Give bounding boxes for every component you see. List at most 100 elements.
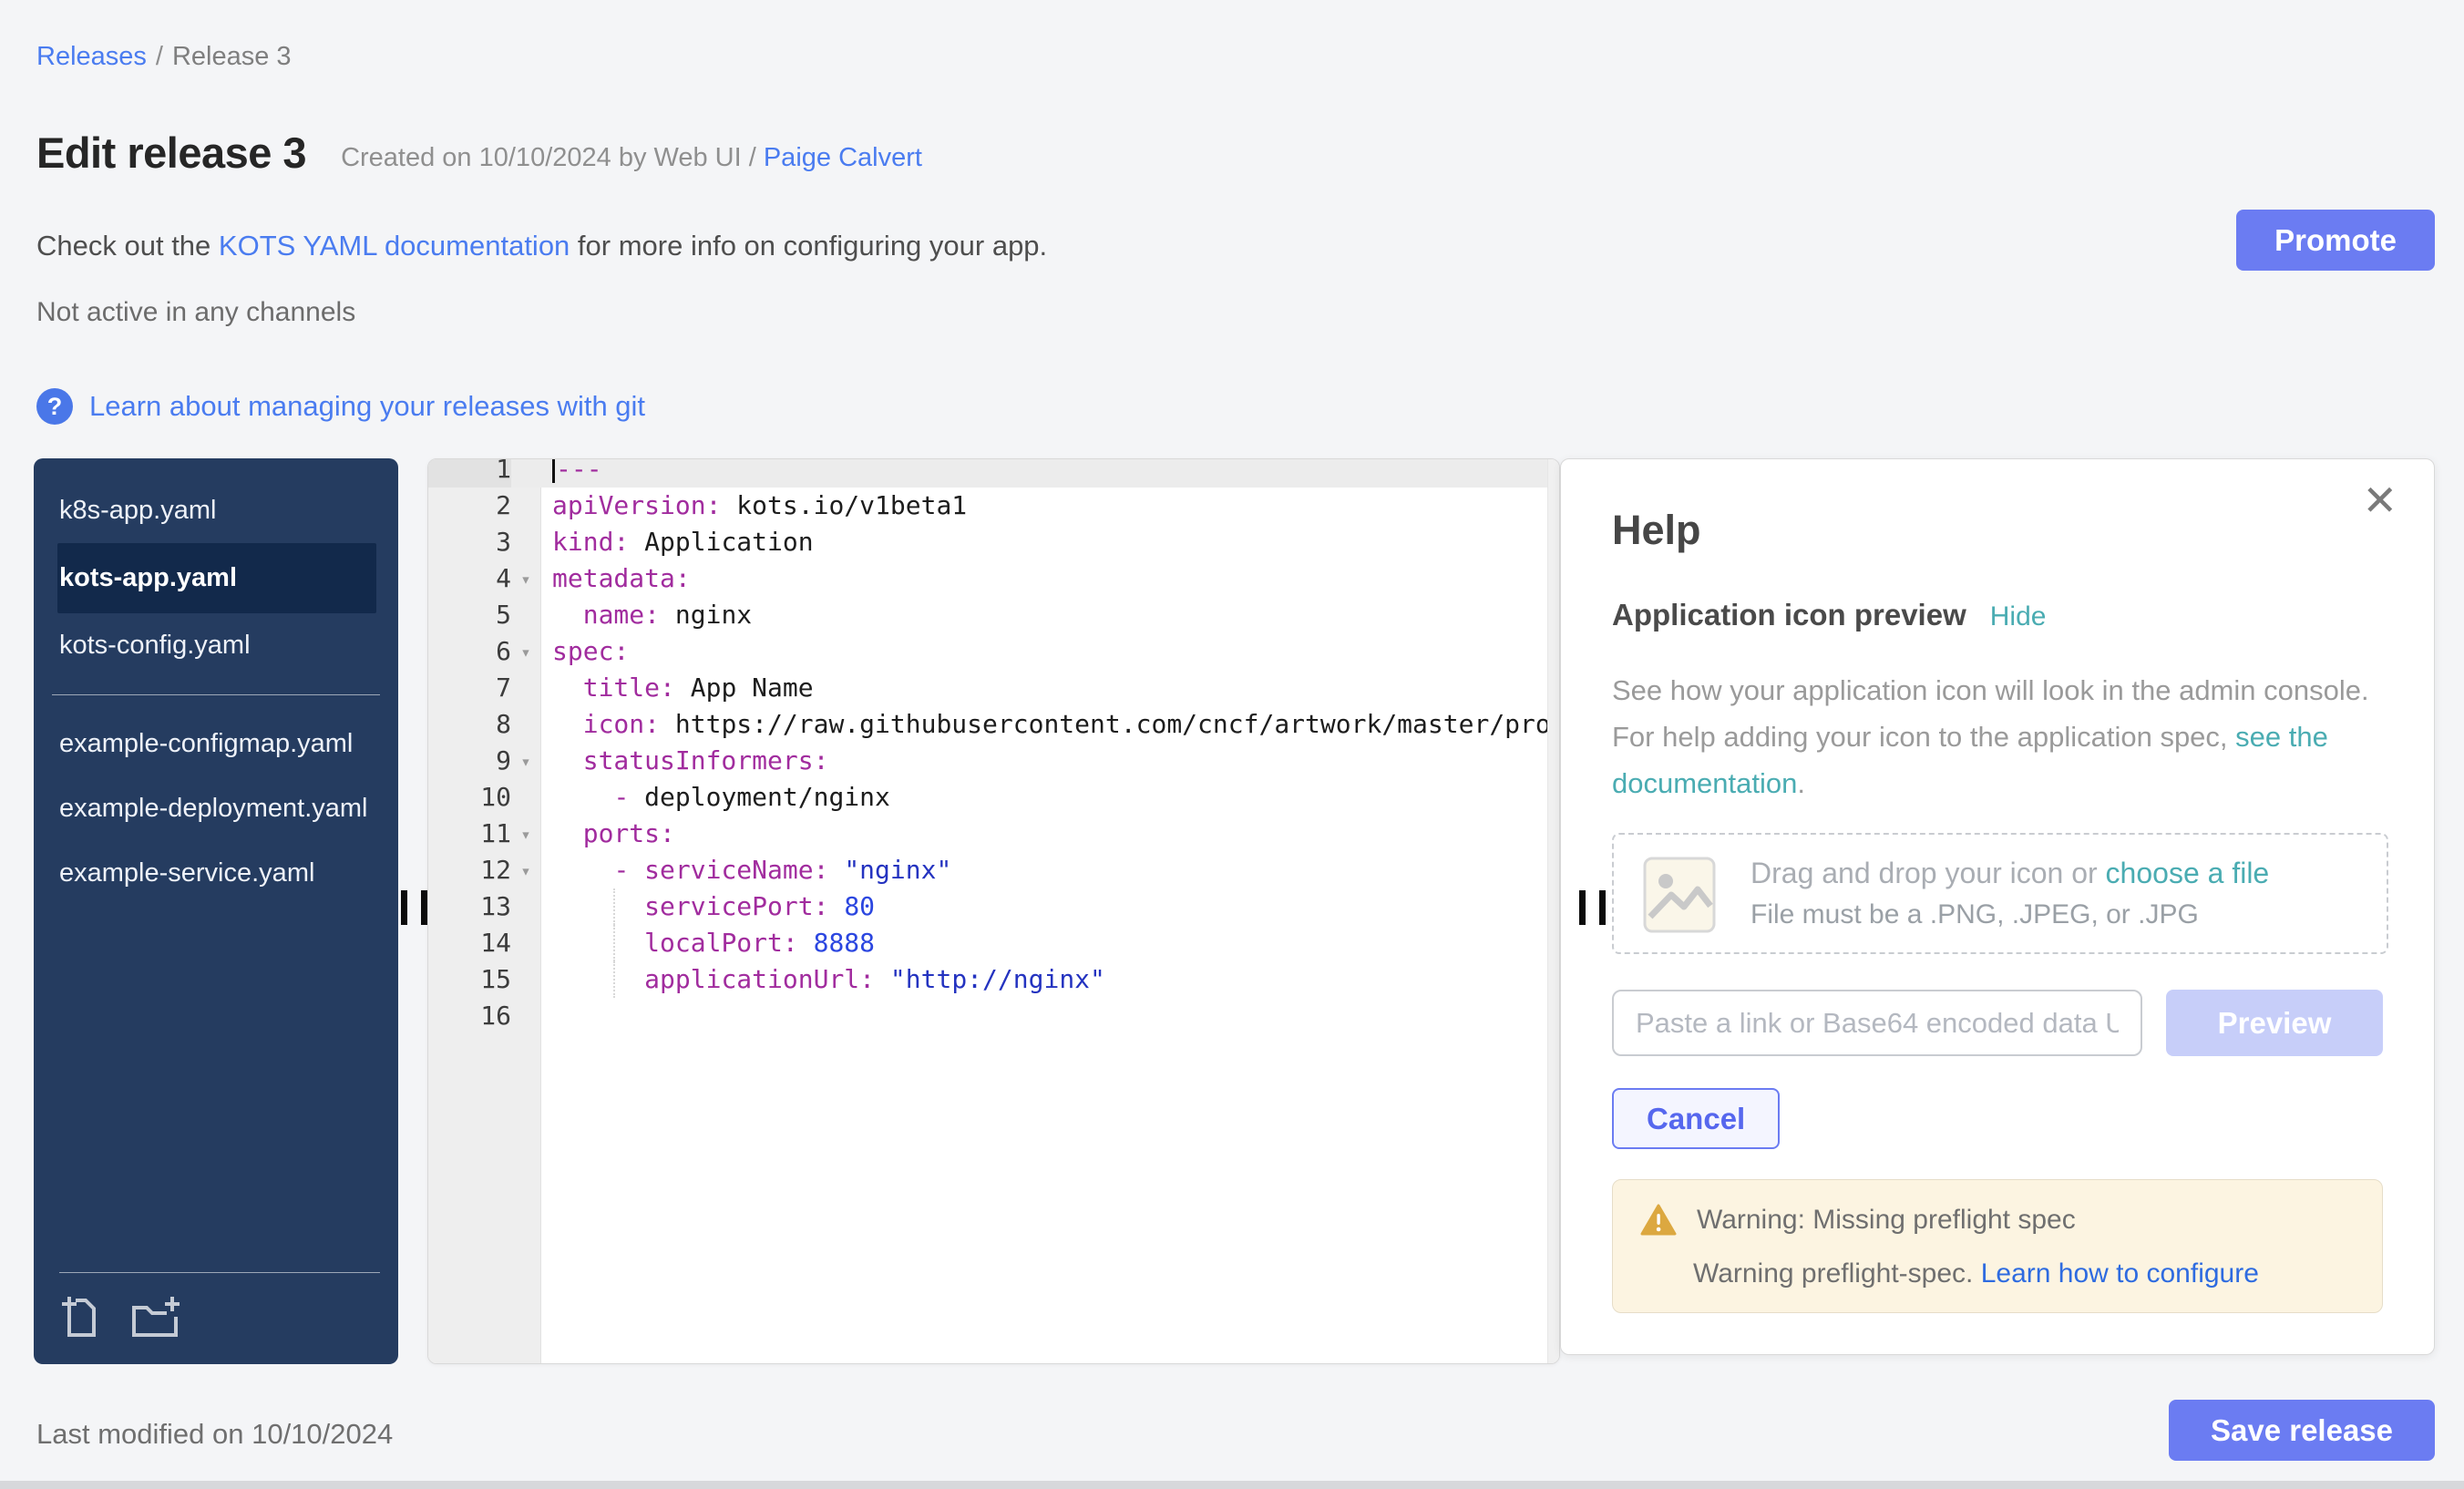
code-line[interactable]: 14 localPort: 8888 <box>428 925 1548 961</box>
line-number: 15 <box>428 961 511 998</box>
code-line[interactable]: 9▾ statusInformers: <box>428 743 1548 779</box>
code-text: applicationUrl: "http://nginx" <box>540 961 1105 998</box>
indent-guide <box>613 961 615 998</box>
file-item[interactable]: example-service.yaml <box>34 841 398 906</box>
code-line[interactable]: 2apiVersion: kots.io/v1beta1 <box>428 488 1548 524</box>
breadcrumb-current: Release 3 <box>172 42 292 71</box>
line-number: 16 <box>428 998 511 1034</box>
help-description: See how your application icon will look … <box>1612 667 2388 806</box>
code-line[interactable]: 8 icon: https://raw.githubusercontent.co… <box>428 706 1548 743</box>
fold-spacer <box>511 779 540 816</box>
cancel-button[interactable]: Cancel <box>1612 1088 1780 1149</box>
fold-spacer <box>511 998 540 1034</box>
breadcrumb: Releases/Release 3 <box>36 42 292 72</box>
breadcrumb-releases-link[interactable]: Releases <box>36 42 147 71</box>
fold-spacer <box>511 458 540 488</box>
code-line[interactable]: 6▾spec: <box>428 633 1548 670</box>
preview-button[interactable]: Preview <box>2166 990 2383 1056</box>
fold-arrow-icon[interactable]: ▾ <box>511 816 540 852</box>
file-item[interactable]: k8s-app.yaml <box>34 478 398 543</box>
warning-detail-text: Warning preflight-spec. <box>1693 1258 1981 1289</box>
docs-line-suffix: for more info on configuring your app. <box>570 230 1047 262</box>
code-text: servicePort: 80 <box>540 888 875 925</box>
save-release-button[interactable]: Save release <box>2169 1400 2435 1461</box>
docs-line-prefix: Check out the <box>36 230 219 262</box>
promote-button[interactable]: Promote <box>2236 210 2435 271</box>
fold-spacer <box>511 488 540 524</box>
line-number: 13 <box>428 888 511 925</box>
icon-url-input[interactable] <box>1612 990 2142 1056</box>
help-title: Help <box>1612 507 1701 554</box>
editor-scrollbar[interactable] <box>1547 459 1559 1363</box>
file-tree-sidebar: k8s-app.yamlkots-app.yamlkots-config.yam… <box>34 458 398 1364</box>
code-text: icon: https://raw.githubusercontent.com/… <box>540 706 1560 743</box>
fold-spacer <box>511 670 540 706</box>
page-title: Edit release 3 <box>36 128 306 178</box>
code-text: --- <box>540 458 602 488</box>
code-text: title: App Name <box>540 670 814 706</box>
code-line[interactable]: 4▾metadata: <box>428 560 1548 597</box>
fold-arrow-icon[interactable]: ▾ <box>511 852 540 888</box>
code-line[interactable]: 3 kind: Application <box>428 524 1548 560</box>
fold-arrow-icon[interactable]: ▾ <box>511 633 540 670</box>
created-by-link[interactable]: Paige Calvert <box>764 143 922 172</box>
created-text: Created on 10/10/2024 by Web UI / <box>341 143 764 172</box>
line-number: 7 <box>428 670 511 706</box>
dropzone-instruction-text: Drag and drop your icon or <box>1750 857 2106 889</box>
image-placeholder-icon <box>1641 849 1718 939</box>
channel-status-text: Not active in any channels <box>36 297 355 328</box>
sidebar-bottom <box>34 1272 398 1364</box>
indent-guide <box>613 925 615 961</box>
line-number: 14 <box>428 925 511 961</box>
add-file-icon[interactable] <box>59 1295 105 1340</box>
dropzone-instruction: Drag and drop your icon or choose a file <box>1750 857 2269 890</box>
add-folder-icon[interactable] <box>130 1295 181 1340</box>
code-area[interactable]: 1---2apiVersion: kots.io/v1beta13 kind: A… <box>428 458 1548 1034</box>
file-list-divider <box>52 694 380 695</box>
pane-resize-handle-right[interactable] <box>1579 890 1606 925</box>
code-text: - serviceName: "nginx" <box>540 852 951 888</box>
docs-line: Check out the KOTS YAML documentation fo… <box>36 230 1047 262</box>
file-item[interactable]: kots-app.yaml <box>57 543 376 613</box>
code-text: apiVersion: kots.io/v1beta1 <box>540 488 967 524</box>
text-cursor <box>552 458 555 483</box>
line-number: 3 <box>428 524 511 560</box>
fold-spacer <box>511 888 540 925</box>
close-icon[interactable]: ✕ <box>2362 479 2397 521</box>
pane-resize-handle-left[interactable] <box>401 890 427 925</box>
code-line[interactable]: 7 title: App Name <box>428 670 1548 706</box>
created-meta: Created on 10/10/2024 by Web UI / Paige … <box>341 132 922 173</box>
code-line[interactable]: 12▾ - serviceName: "nginx" <box>428 852 1548 888</box>
code-line[interactable]: 13 servicePort: 80 <box>428 888 1548 925</box>
icon-dropzone[interactable]: Drag and drop your icon or choose a file… <box>1612 833 2388 954</box>
hide-link[interactable]: Hide <box>1990 601 2047 632</box>
fold-spacer <box>511 597 540 633</box>
warning-title: Warning: Missing preflight spec <box>1697 1205 2076 1236</box>
fold-arrow-icon[interactable]: ▾ <box>511 560 540 597</box>
code-line[interactable]: 16 <box>428 998 1548 1034</box>
file-item[interactable]: example-configmap.yaml <box>34 712 398 776</box>
code-line[interactable]: 10 - deployment/nginx <box>428 779 1548 816</box>
kots-yaml-docs-link[interactable]: KOTS YAML documentation <box>219 230 570 262</box>
icon-preview-section-title: Application icon preview <box>1612 598 1966 632</box>
warning-triangle-icon <box>1640 1204 1677 1237</box>
file-item[interactable]: example-deployment.yaml <box>34 776 398 841</box>
file-list: k8s-app.yamlkots-app.yamlkots-config.yam… <box>34 478 398 906</box>
choose-a-file-link[interactable]: choose a file <box>2106 857 2270 889</box>
fold-spacer <box>511 961 540 998</box>
yaml-editor[interactable]: 1---2apiVersion: kots.io/v1beta13 kind: A… <box>427 458 1560 1364</box>
git-releases-link[interactable]: Learn about managing your releases with … <box>89 390 645 423</box>
code-line[interactable]: 15 applicationUrl: "http://nginx" <box>428 961 1548 998</box>
preflight-warning-box: Warning: Missing preflight spec Warning … <box>1612 1179 2383 1313</box>
code-line[interactable]: 1--- <box>428 458 1548 488</box>
code-line[interactable]: 5 name: nginx <box>428 597 1548 633</box>
file-item[interactable]: kots-config.yaml <box>34 613 398 678</box>
code-line[interactable]: 11▾ ports: <box>428 816 1548 852</box>
fold-arrow-icon[interactable]: ▾ <box>511 743 540 779</box>
code-text: kind: Application <box>540 524 814 560</box>
line-number: 9 <box>428 743 511 779</box>
learn-how-to-configure-link[interactable]: Learn how to configure <box>1981 1258 2259 1289</box>
warning-detail: Warning preflight-spec. Learn how to con… <box>1693 1258 2355 1289</box>
dropzone-file-types: File must be a .PNG, .JPEG, or .JPG <box>1750 899 2269 930</box>
git-help-row: ? Learn about managing your releases wit… <box>36 388 645 425</box>
